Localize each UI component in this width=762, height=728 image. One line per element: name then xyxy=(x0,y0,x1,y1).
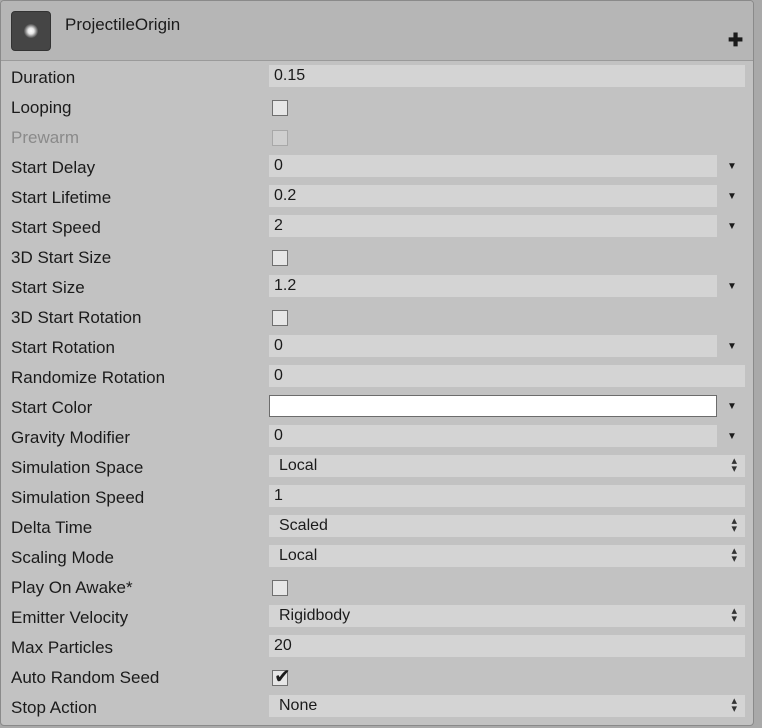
emitter-velocity-select[interactable]: Rigidbody ▴ ▾ xyxy=(269,605,745,627)
start-size-3d-label: 3D Start Size xyxy=(11,248,112,267)
gravity-modifier-label: Gravity Modifier xyxy=(11,428,131,447)
start-rotation-3d-checkbox[interactable] xyxy=(272,310,288,326)
simulation-space-row: Simulation Space Local ▴ ▾ xyxy=(1,452,753,482)
start-rotation-label: Start Rotation xyxy=(11,338,115,357)
looping-row: Looping xyxy=(1,92,753,122)
start-speed-label: Start Speed xyxy=(11,218,101,237)
start-size-3d-checkbox[interactable] xyxy=(272,250,288,266)
scaling-mode-row: Scaling Mode Local ▴ ▾ xyxy=(1,542,753,572)
randomize-rotation-row: Randomize Rotation 0 xyxy=(1,362,753,392)
curve-dropdown-icon[interactable]: ▼ xyxy=(727,281,737,292)
start-lifetime-label: Start Lifetime xyxy=(11,188,112,207)
simulation-speed-row: Simulation Speed 1 xyxy=(1,482,753,512)
updown-arrows-icon: ▴ ▾ xyxy=(731,695,737,715)
curve-dropdown-icon[interactable]: ▼ xyxy=(727,431,737,442)
color-dropdown-icon[interactable]: ▼ xyxy=(727,401,737,412)
auto-random-seed-checkbox[interactable]: ✔ xyxy=(272,666,291,688)
curve-dropdown-icon[interactable]: ▼ xyxy=(727,221,737,232)
updown-arrows-icon: ▴ ▾ xyxy=(731,605,737,625)
play-on-awake-checkbox[interactable] xyxy=(272,580,288,596)
curve-dropdown-icon[interactable]: ▼ xyxy=(727,341,737,352)
scaling-mode-label: Scaling Mode xyxy=(11,548,115,567)
gravity-modifier-row: Gravity Modifier 0 ▼ xyxy=(1,422,753,452)
stop-action-select[interactable]: None ▴ ▾ xyxy=(269,695,745,717)
start-lifetime-row: Start Lifetime 0.2 ▼ xyxy=(1,182,753,212)
scaling-mode-select[interactable]: Local ▴ ▾ xyxy=(269,545,745,567)
start-speed-row: Start Speed 2 ▼ xyxy=(1,212,753,242)
start-lifetime-field[interactable]: 0.2 xyxy=(269,185,717,207)
max-particles-field[interactable]: 20 xyxy=(269,635,745,657)
start-size-3d-row: 3D Start Size xyxy=(1,242,753,272)
looping-checkbox[interactable] xyxy=(272,100,288,116)
simulation-space-select[interactable]: Local ▴ ▾ xyxy=(269,455,745,477)
gravity-modifier-field[interactable]: 0 xyxy=(269,425,717,447)
emitter-velocity-row: Emitter Velocity Rigidbody ▴ ▾ xyxy=(1,602,753,632)
stop-action-row: Stop Action None ▴ ▾ xyxy=(1,692,753,722)
duration-row: Duration 0.15 xyxy=(1,62,753,92)
start-rotation-field[interactable]: 0 xyxy=(269,335,717,357)
component-header[interactable]: ProjectileOrigin ✚ xyxy=(1,1,753,61)
start-color-swatch[interactable] xyxy=(269,395,717,417)
prewarm-checkbox xyxy=(272,130,288,146)
simulation-speed-label: Simulation Speed xyxy=(11,488,145,507)
start-rotation-3d-row: 3D Start Rotation xyxy=(1,302,753,332)
prewarm-row: Prewarm xyxy=(1,122,753,152)
simulation-space-label: Simulation Space xyxy=(11,458,144,477)
updown-arrows-icon: ▴ ▾ xyxy=(731,545,737,565)
randomize-rotation-field[interactable]: 0 xyxy=(269,365,745,387)
start-speed-field[interactable]: 2 xyxy=(269,215,717,237)
component-title: ProjectileOrigin xyxy=(65,15,181,34)
randomize-rotation-label: Randomize Rotation xyxy=(11,368,166,387)
prewarm-label: Prewarm xyxy=(11,128,80,147)
particle-system-icon xyxy=(11,11,51,51)
auto-random-seed-label: Auto Random Seed xyxy=(11,668,160,687)
delta-time-row: Delta Time Scaled ▴ ▾ xyxy=(1,512,753,542)
max-particles-row: Max Particles 20 xyxy=(1,632,753,662)
start-rotation-3d-label: 3D Start Rotation xyxy=(11,308,142,327)
duration-label: Duration xyxy=(11,68,76,87)
start-size-row: Start Size 1.2 ▼ xyxy=(1,272,753,302)
max-particles-label: Max Particles xyxy=(11,638,114,657)
start-delay-field[interactable]: 0 xyxy=(269,155,717,177)
stop-action-label: Stop Action xyxy=(11,698,98,717)
emitter-velocity-label: Emitter Velocity xyxy=(11,608,129,627)
updown-arrows-icon: ▴ ▾ xyxy=(731,455,737,475)
particle-system-panel: ProjectileOrigin ✚ Duration 0.15 Looping… xyxy=(0,0,754,726)
start-rotation-row: Start Rotation 0 ▼ xyxy=(1,332,753,362)
start-size-field[interactable]: 1.2 xyxy=(269,275,717,297)
play-on-awake-label: Play On Awake* xyxy=(11,578,133,597)
start-size-label: Start Size xyxy=(11,278,85,297)
curve-dropdown-icon[interactable]: ▼ xyxy=(727,191,737,202)
delta-time-select[interactable]: Scaled ▴ ▾ xyxy=(269,515,745,537)
looping-label: Looping xyxy=(11,98,72,117)
start-delay-row: Start Delay 0 ▼ xyxy=(1,152,753,182)
start-color-label: Start Color xyxy=(11,398,93,417)
updown-arrows-icon: ▴ ▾ xyxy=(731,515,737,535)
duration-field[interactable]: 0.15 xyxy=(269,65,745,87)
plus-icon[interactable]: ✚ xyxy=(728,31,743,49)
curve-dropdown-icon[interactable]: ▼ xyxy=(727,161,737,172)
start-delay-label: Start Delay xyxy=(11,158,96,177)
checkmark-icon: ✔ xyxy=(274,666,291,688)
start-color-row: Start Color ▼ xyxy=(1,392,753,422)
simulation-speed-field[interactable]: 1 xyxy=(269,485,745,507)
auto-random-seed-row: Auto Random Seed ✔ xyxy=(1,662,753,692)
delta-time-label: Delta Time xyxy=(11,518,93,537)
play-on-awake-row: Play On Awake* xyxy=(1,572,753,602)
